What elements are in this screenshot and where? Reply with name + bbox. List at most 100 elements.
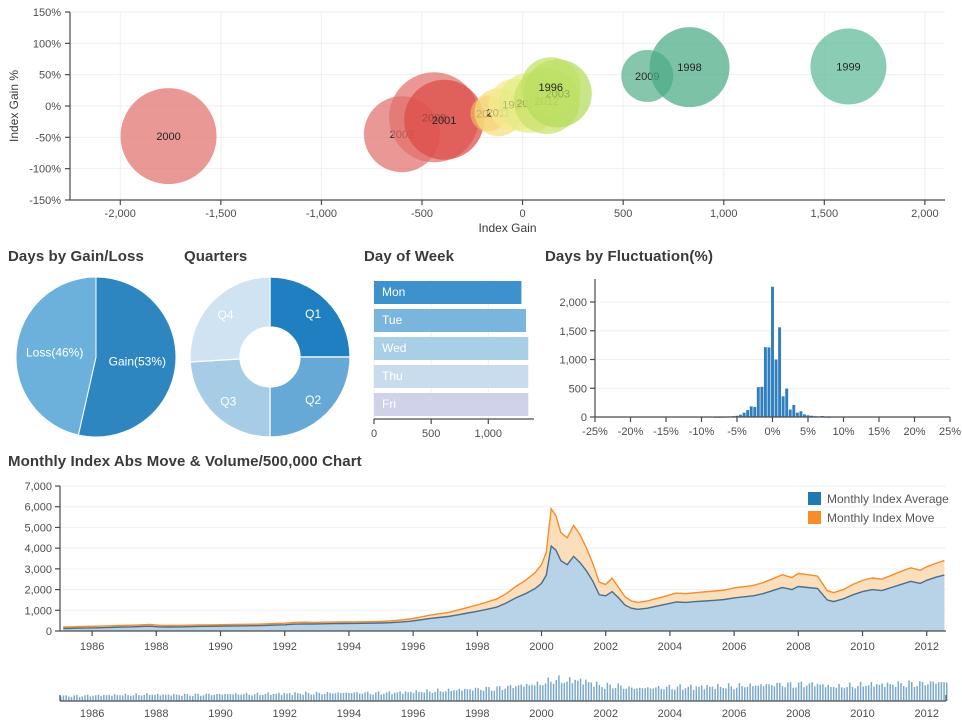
hist-bar[interactable] bbox=[742, 412, 746, 417]
navigator-bar bbox=[943, 682, 945, 701]
dow-bar[interactable]: Fri bbox=[374, 393, 529, 416]
area-series[interactable] bbox=[63, 544, 945, 631]
navigator-bar bbox=[738, 683, 741, 701]
hist-bar[interactable] bbox=[760, 386, 764, 417]
x-tick-label: 0 bbox=[371, 428, 377, 440]
legend-item[interactable]: Monthly Index Move bbox=[808, 511, 935, 525]
dow-bar-rect[interactable] bbox=[374, 393, 529, 416]
dow-bar[interactable]: Thu bbox=[374, 365, 529, 388]
donut-slice[interactable]: Q4 bbox=[189, 276, 271, 363]
navigator-bar bbox=[859, 681, 862, 701]
hist-bar[interactable] bbox=[763, 347, 767, 417]
area-chart-legend[interactable]: Monthly Index Average Monthly Index Move bbox=[808, 492, 949, 525]
bubble-chart-svg[interactable]: 2000200220082001200720111985201020122003… bbox=[0, 0, 962, 238]
donut-slice[interactable]: Q2 bbox=[269, 356, 351, 438]
y-tick-label: 2,000 bbox=[559, 297, 587, 309]
navigator-bar bbox=[447, 688, 450, 701]
navigator-bar bbox=[838, 683, 840, 701]
hist-bar[interactable] bbox=[771, 286, 774, 417]
navigator-bar bbox=[781, 686, 784, 701]
x-tick-label: 10% bbox=[832, 426, 854, 438]
hist-bar[interactable] bbox=[767, 347, 771, 417]
navigator-bar bbox=[119, 695, 121, 701]
legend-item[interactable]: Monthly Index Average bbox=[808, 492, 949, 506]
navigator-bar bbox=[609, 684, 611, 701]
hist-bar[interactable] bbox=[795, 412, 799, 417]
area-plot-area: 0 1,000 2,000 3,000 4,000 5,000 6,000 7,000 1986… bbox=[24, 481, 946, 653]
navigator-bar bbox=[65, 695, 67, 701]
hist-bar[interactable] bbox=[785, 388, 789, 417]
navigator-bar bbox=[811, 682, 813, 701]
navigator-bar bbox=[867, 685, 870, 701]
navigator-bar bbox=[302, 694, 304, 701]
hist-bar[interactable] bbox=[781, 396, 785, 417]
navigator-panel[interactable]: 1986 1988 1990 1992 1994 1996 1998 2000 2002 2004… bbox=[8, 668, 962, 725]
navigator-bar bbox=[194, 693, 197, 701]
day-of-week-title: Day of Week bbox=[364, 248, 455, 265]
navigator-bar bbox=[714, 688, 716, 701]
navigator-bar bbox=[682, 689, 684, 701]
navigator-svg[interactable]: 1986 1988 1990 1992 1994 1996 1998 2000 2002 2004… bbox=[8, 668, 958, 723]
dow-bar[interactable]: Mon bbox=[374, 281, 522, 304]
navigator-bar bbox=[380, 694, 382, 701]
area-chart-svg[interactable]: 0 1,000 2,000 3,000 4,000 5,000 6,000 7,000 1986… bbox=[8, 476, 958, 666]
navigator-bar bbox=[900, 682, 902, 701]
navigator-bar bbox=[218, 693, 221, 701]
navigator-bar bbox=[690, 684, 692, 701]
navigator-bar bbox=[735, 687, 738, 701]
hist-bar[interactable] bbox=[756, 387, 760, 417]
hist-bar[interactable] bbox=[778, 327, 782, 417]
y-tick-label: 100% bbox=[33, 38, 61, 50]
quarters-title: Quarters bbox=[184, 248, 248, 265]
hist-bar[interactable] bbox=[749, 406, 753, 417]
navigator-tick-label: 1990 bbox=[208, 708, 232, 720]
hist-bar[interactable] bbox=[792, 404, 796, 417]
bubble-point[interactable]: 1999 bbox=[810, 28, 887, 105]
hist-bar[interactable] bbox=[799, 411, 803, 417]
day-of-week-bar-svg[interactable]: Mon Tue Wed Thu Fri 0 500 1,000 bbox=[364, 271, 544, 461]
navigator-tick-label: 1996 bbox=[401, 708, 425, 720]
x-tick-label: 1992 bbox=[272, 641, 296, 653]
bubble-point[interactable]: 1998 bbox=[649, 27, 730, 108]
navigator-bar bbox=[636, 688, 638, 701]
fluctuation-histogram-svg[interactable]: 0 500 1,000 1,500 2,000 -25% -20% -15% -10% -5% 0%… bbox=[545, 269, 962, 454]
donut-slice[interactable]: Q1 bbox=[269, 276, 351, 358]
navigator-bar bbox=[558, 675, 560, 701]
hist-bar[interactable] bbox=[788, 409, 792, 417]
y-tick-label: 50% bbox=[39, 70, 61, 82]
hist-bar[interactable] bbox=[746, 410, 750, 417]
navigator-bar bbox=[884, 686, 886, 701]
navigator-bar bbox=[329, 692, 331, 701]
legend-swatch bbox=[808, 511, 821, 524]
navigator-bar bbox=[221, 694, 224, 701]
pie-slice-label: Loss(46%) bbox=[26, 345, 83, 359]
navigator-bar bbox=[178, 695, 180, 701]
dow-bar[interactable]: Tue bbox=[374, 309, 526, 332]
dow-bar-label: Wed bbox=[382, 341, 406, 355]
navigator-plot-area[interactable]: 1986 1988 1990 1992 1994 1996 1998 2000 2002 2004… bbox=[59, 675, 948, 720]
navigator-bar bbox=[202, 695, 205, 701]
hist-bar[interactable] bbox=[753, 406, 757, 417]
dow-bar[interactable]: Wed bbox=[374, 337, 529, 360]
navigator-bar bbox=[668, 684, 671, 701]
bubble-point[interactable]: 1996 bbox=[520, 57, 581, 118]
donut-slice[interactable]: Q3 bbox=[189, 358, 271, 438]
navigator-bar bbox=[665, 686, 668, 701]
navigator-bar bbox=[210, 695, 213, 701]
bubble-point[interactable]: 2000 bbox=[120, 88, 217, 185]
quarters-donut-svg[interactable]: Q1 Q2 Q3 Q4 bbox=[184, 271, 364, 449]
x-tick-label: 1996 bbox=[401, 641, 425, 653]
y-tick-label: 500 bbox=[569, 383, 587, 395]
navigator-bar bbox=[865, 685, 867, 701]
navigator-bar bbox=[493, 690, 496, 701]
navigator-bar bbox=[528, 685, 531, 701]
gain-loss-pie-svg[interactable]: Gain(53%) Loss(46%) bbox=[8, 271, 183, 449]
hist-bar[interactable] bbox=[774, 359, 778, 418]
navigator-bar bbox=[725, 688, 727, 701]
navigator-bar bbox=[711, 686, 714, 701]
navigator-bar bbox=[463, 688, 466, 701]
navigator-bar bbox=[148, 694, 151, 701]
pie-slice[interactable]: Loss(46%) bbox=[15, 276, 97, 436]
navigator-bar bbox=[582, 684, 584, 701]
navigator-bar bbox=[237, 694, 240, 701]
